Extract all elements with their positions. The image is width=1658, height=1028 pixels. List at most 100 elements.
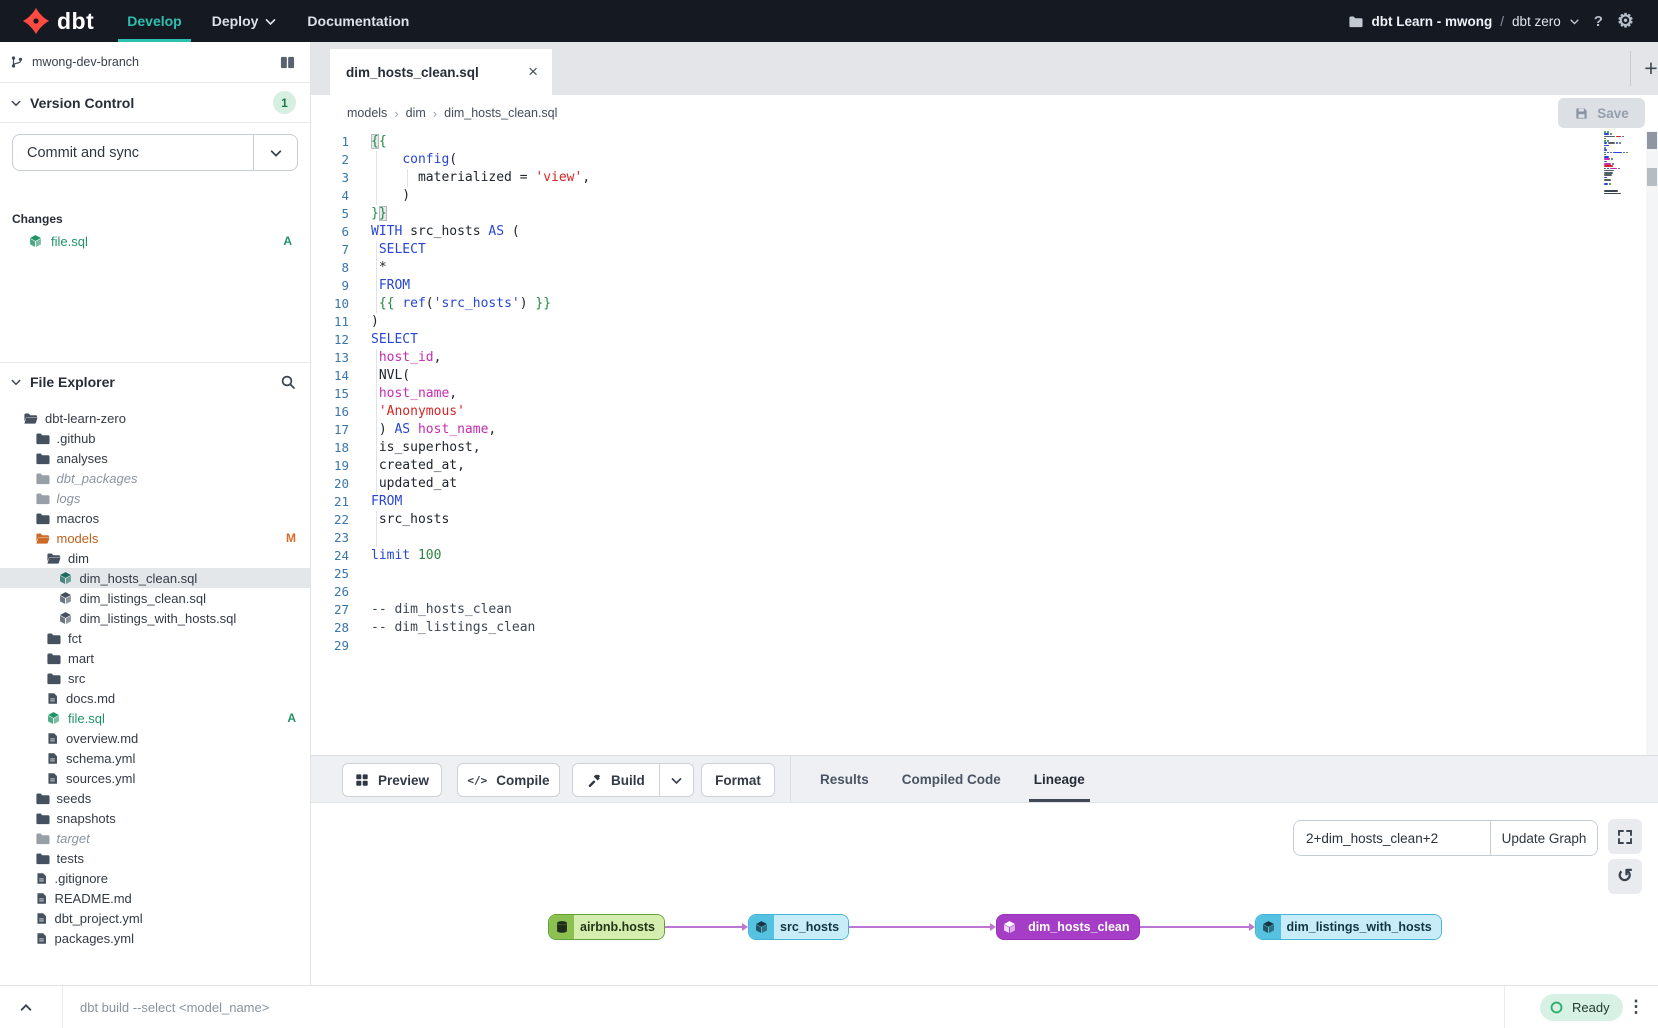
project-switcher[interactable]: dbt Learn - mwong / dbt zero [1348, 14, 1579, 29]
breadcrumb-item[interactable]: dim_hosts_clean.sql [444, 106, 557, 120]
tree-item[interactable]: packages.yml [0, 928, 310, 948]
code-line[interactable]: 28-- dim_listings_clean [311, 619, 1658, 637]
code-line[interactable]: 14 NVL( [311, 367, 1658, 385]
lineage-graph[interactable]: airbnb.hosts src_hosts dim_hosts_clean dim_… [548, 914, 1442, 940]
code-line[interactable]: 29 [311, 637, 1658, 655]
nav-item-deploy[interactable]: Deploy [197, 0, 293, 42]
code-line[interactable]: 12SELECT [311, 331, 1658, 349]
code-line[interactable]: 5}} [311, 205, 1658, 223]
tree-item[interactable]: dim_listings_with_hosts.sql [0, 608, 310, 628]
lineage-node[interactable]: src_hosts [748, 914, 849, 940]
tree-item[interactable]: file.sqlA [0, 708, 310, 728]
format-button[interactable]: Format [701, 763, 775, 797]
tab-results[interactable]: Results [820, 756, 869, 802]
nav-item-documentation[interactable]: Documentation [292, 0, 424, 42]
gear-icon[interactable]: ⚙ [1617, 12, 1634, 31]
code-line[interactable]: 21FROM [311, 493, 1658, 511]
breadcrumb-item[interactable]: dim [406, 106, 426, 120]
editor-scrollbar[interactable] [1646, 131, 1658, 755]
tree-item[interactable]: analyses [0, 448, 310, 468]
panel-columns-icon[interactable] [279, 55, 296, 70]
compile-button[interactable]: </>Compile [457, 763, 560, 797]
tree-item[interactable]: docs.md [0, 688, 310, 708]
nav-item-develop[interactable]: Develop [112, 0, 196, 42]
lineage-node[interactable]: airbnb.hosts [548, 914, 665, 940]
code-line[interactable]: 23 [311, 529, 1658, 547]
code-line[interactable]: 15 host_name, [311, 385, 1658, 403]
build-options-caret[interactable] [659, 764, 693, 796]
tree-item[interactable]: logs [0, 488, 310, 508]
dbt-logo[interactable]: dbt [0, 0, 112, 42]
tree-item[interactable]: dim_listings_clean.sql [0, 588, 310, 608]
save-button[interactable]: Save [1558, 98, 1645, 128]
search-icon[interactable] [280, 374, 296, 390]
tree-item[interactable]: dim_hosts_clean.sql [0, 568, 310, 588]
version-control-header[interactable]: Version Control 1 [0, 83, 310, 123]
tab-lineage[interactable]: Lineage [1034, 756, 1085, 802]
code-editor[interactable]: 1{{2 config(3 materialized = 'view',4 )5… [311, 131, 1658, 755]
tree-item[interactable]: sources.yml [0, 768, 310, 788]
tree-item[interactable]: fct [0, 628, 310, 648]
preview-button[interactable]: Preview [342, 763, 442, 797]
changed-file-item[interactable]: file.sqlA [0, 230, 310, 252]
tree-item[interactable]: snapshots [0, 808, 310, 828]
tree-item[interactable]: .github [0, 428, 310, 448]
code-line[interactable]: 26 [311, 583, 1658, 601]
tree-item[interactable]: schema.yml [0, 748, 310, 768]
minimap-slider[interactable] [1647, 168, 1657, 186]
new-tab-button[interactable]: + [1638, 52, 1658, 84]
code-line[interactable]: 9 FROM [311, 277, 1658, 295]
update-graph-button[interactable]: Update Graph [1490, 821, 1597, 855]
commit-options-caret[interactable] [253, 135, 297, 170]
tree-item[interactable]: target [0, 828, 310, 848]
tree-item[interactable]: mart [0, 648, 310, 668]
code-line[interactable]: 16 'Anonymous' [311, 403, 1658, 421]
close-icon[interactable]: × [528, 62, 552, 82]
lineage-selector-input[interactable] [1294, 821, 1490, 855]
lineage-node[interactable]: dim_hosts_clean [996, 914, 1139, 940]
breadcrumb-item[interactable]: models [347, 106, 387, 120]
commit-and-sync-button[interactable]: Commit and sync [12, 134, 298, 171]
tree-item[interactable]: dbt_project.yml [0, 908, 310, 928]
code-line[interactable]: 7 SELECT [311, 241, 1658, 259]
help-icon[interactable]: ? [1594, 13, 1603, 30]
code-line[interactable]: 8 * [311, 259, 1658, 277]
tree-item[interactable]: seeds [0, 788, 310, 808]
code-line[interactable]: 10 {{ ref('src_hosts') }} [311, 295, 1658, 313]
code-line[interactable]: 13 host_id, [311, 349, 1658, 367]
build-button[interactable]: Build [573, 764, 659, 796]
tree-item[interactable]: macros [0, 508, 310, 528]
code-line[interactable]: 4 ) [311, 187, 1658, 205]
tree-item[interactable]: tests [0, 848, 310, 868]
code-line[interactable]: 1{{ [311, 133, 1658, 151]
code-line[interactable]: 17 ) AS host_name, [311, 421, 1658, 439]
scrollbar-thumb[interactable] [1647, 132, 1657, 149]
code-line[interactable]: 27-- dim_hosts_clean [311, 601, 1658, 619]
code-line[interactable]: 18 is_superhost, [311, 439, 1658, 457]
tree-item[interactable]: dbt_packages [0, 468, 310, 488]
fullscreen-button[interactable] [1608, 819, 1642, 854]
reset-view-button[interactable]: ↺ [1608, 859, 1642, 894]
editor-tab[interactable]: dim_hosts_clean.sql × [330, 49, 552, 95]
lineage-node[interactable]: dim_listings_with_hosts [1255, 914, 1442, 940]
command-input[interactable] [80, 986, 1480, 1028]
tree-item[interactable]: src [0, 668, 310, 688]
code-line[interactable]: 6WITH src_hosts AS ( [311, 223, 1658, 241]
code-line[interactable]: 22 src_hosts [311, 511, 1658, 529]
tree-item[interactable]: README.md [0, 888, 310, 908]
tree-item[interactable]: dim [0, 548, 310, 568]
code-line[interactable]: 3 materialized = 'view', [311, 169, 1658, 187]
code-line[interactable]: 11) [311, 313, 1658, 331]
tree-item[interactable]: .gitignore [0, 868, 310, 888]
chevron-up-icon[interactable] [14, 996, 38, 1020]
tree-item[interactable]: dbt-learn-zero [0, 408, 310, 428]
tab-compiled-code[interactable]: Compiled Code [902, 756, 1001, 802]
tree-item[interactable]: overview.md [0, 728, 310, 748]
code-line[interactable]: 25 [311, 565, 1658, 583]
code-line[interactable]: 19 created_at, [311, 457, 1658, 475]
kebab-menu-icon[interactable]: ⋮ [1624, 995, 1648, 1019]
file-explorer-header[interactable]: File Explorer [0, 362, 310, 400]
minimap[interactable] [1604, 131, 1642, 197]
code-line[interactable]: 24limit 100 [311, 547, 1658, 565]
code-line[interactable]: 20 updated_at [311, 475, 1658, 493]
